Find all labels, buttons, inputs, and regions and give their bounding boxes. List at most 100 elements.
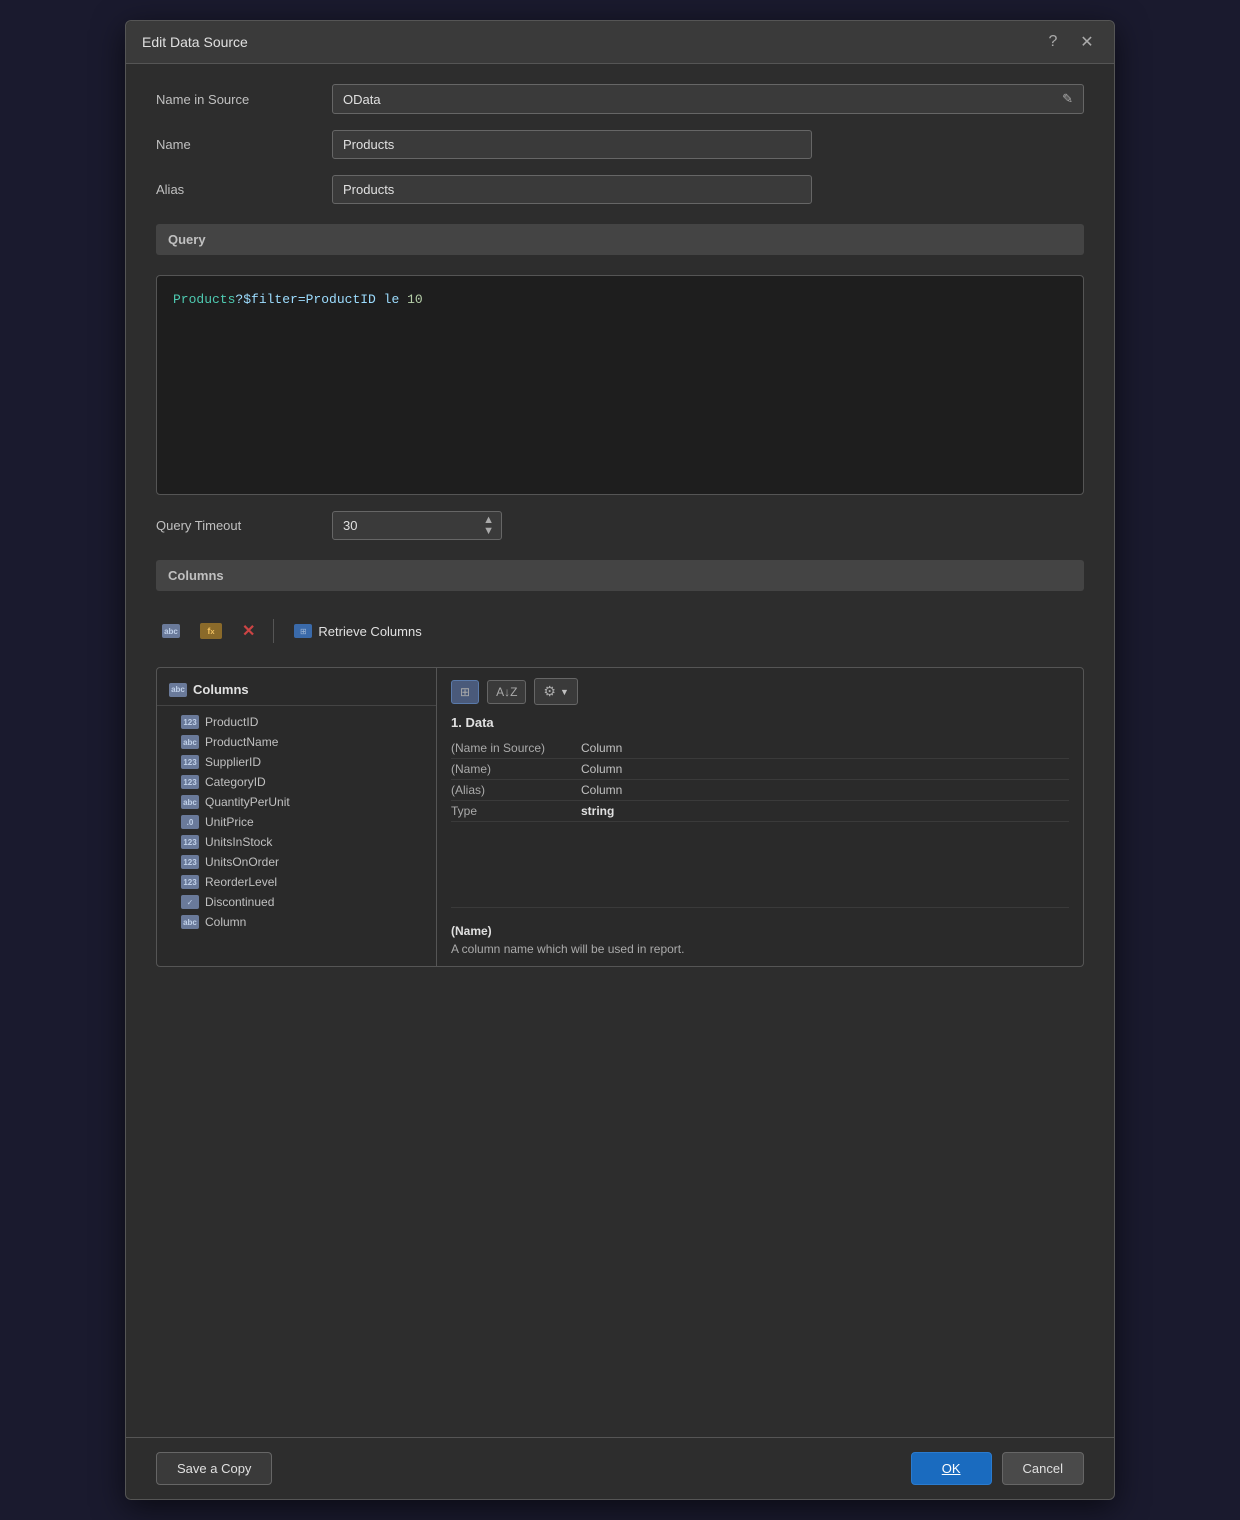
query-editor[interactable]: Products?$filter=ProductID le 10 [156, 275, 1084, 495]
footer-right-actions: OK Cancel [911, 1452, 1084, 1485]
alias-row: Alias [156, 175, 1084, 204]
detail-section-title: 1. Data [451, 715, 1069, 730]
name-in-source-input-wrap: OData ✎ [332, 84, 1084, 114]
name-row: Name [156, 130, 1084, 159]
dialog-footer: Save a Copy OK Cancel [126, 1437, 1114, 1499]
query-section-header: Query [156, 224, 1084, 255]
tree-root-header: abc Columns [157, 678, 436, 706]
column-name: ProductID [205, 715, 258, 729]
gear-icon: ⚙ [543, 683, 556, 700]
detail-row-value-type: string [581, 804, 614, 818]
column-type-icon: abc [181, 735, 199, 749]
column-name: Column [205, 915, 246, 929]
column-type-icon: .0 [181, 815, 199, 829]
tree-root-icon: abc [169, 683, 187, 697]
sort-az-icon: A↓Z [496, 685, 517, 699]
name-label: Name [156, 137, 316, 152]
column-name: ReorderLevel [205, 875, 277, 889]
detail-grid-view-button[interactable]: ⊞ [451, 680, 479, 704]
name-in-source-value: OData [343, 92, 1062, 107]
column-name: CategoryID [205, 775, 266, 789]
column-type-icon: 123 [181, 855, 199, 869]
column-name: UnitPrice [205, 815, 254, 829]
table-row: (Alias) Column [451, 780, 1069, 801]
save-copy-button[interactable]: Save a Copy [156, 1452, 272, 1485]
detail-toolbar: ⊞ A↓Z ⚙ ▼ [451, 678, 1069, 705]
list-item[interactable]: abc Column [157, 912, 436, 932]
column-type-icon: 123 [181, 835, 199, 849]
name-in-source-label: Name in Source [156, 92, 316, 107]
detail-sort-button[interactable]: A↓Z [487, 680, 526, 704]
timeout-select[interactable]: 30 60 120 300 [332, 511, 502, 540]
list-item[interactable]: 123 SupplierID [157, 752, 436, 772]
list-item[interactable]: .0 UnitPrice [157, 812, 436, 832]
column-type-icon: 123 [181, 875, 199, 889]
add-expression-column-button[interactable]: fx [194, 619, 228, 643]
column-type-icon: abc [181, 915, 199, 929]
grid-view-icon: ⊞ [460, 685, 470, 699]
columns-toolbar: abc fx ✕ ⊞ Retrieve Columns [156, 611, 1084, 651]
table-row: Type string [451, 801, 1069, 822]
column-type-icon: 123 [181, 755, 199, 769]
column-type-icon: abc [181, 795, 199, 809]
dialog-title: Edit Data Source [142, 34, 248, 50]
list-item[interactable]: 123 UnitsInStock [157, 832, 436, 852]
column-type-icon: 123 [181, 715, 199, 729]
detail-row-value: Column [581, 783, 622, 797]
detail-footer-label: (Name) [451, 924, 1069, 938]
column-type-icon: 123 [181, 775, 199, 789]
dialog-body: Name in Source OData ✎ Name Alias Query … [126, 64, 1114, 1437]
timeout-select-wrap: 30 60 120 300 ▲▼ [332, 511, 502, 540]
detail-row-value: Column [581, 741, 622, 755]
column-type-icon: ✓ [181, 895, 199, 909]
table-row: (Name) Column [451, 759, 1069, 780]
add-expression-icon: fx [200, 623, 222, 639]
edit-icon[interactable]: ✎ [1062, 91, 1073, 107]
detail-row-key: Type [451, 804, 581, 818]
column-name: Discontinued [205, 895, 274, 909]
column-name: QuantityPerUnit [205, 795, 290, 809]
detail-row-key: (Name) [451, 762, 581, 776]
retrieve-columns-button[interactable]: ⊞ Retrieve Columns [286, 620, 429, 643]
table-row: (Name in Source) Column [451, 738, 1069, 759]
close-button[interactable]: ✕ [1076, 31, 1098, 53]
list-item[interactable]: 123 CategoryID [157, 772, 436, 792]
help-button[interactable]: ? [1042, 31, 1064, 53]
detail-footer: (Name) A column name which will be used … [451, 907, 1069, 956]
code-number: 10 [407, 292, 423, 307]
list-item[interactable]: abc QuantityPerUnit [157, 792, 436, 812]
columns-tree: abc Columns 123 ProductID abc ProductNam… [157, 668, 437, 966]
title-bar: Edit Data Source ? ✕ [126, 21, 1114, 64]
alias-input[interactable] [332, 175, 812, 204]
column-name: UnitsInStock [205, 835, 272, 849]
gear-dropdown-arrow: ▼ [560, 687, 569, 697]
toolbar-divider [273, 619, 274, 643]
columns-panel: abc Columns 123 ProductID abc ProductNam… [156, 667, 1084, 967]
detail-row-key: (Alias) [451, 783, 581, 797]
list-item[interactable]: 123 ProductID [157, 712, 436, 732]
tree-root-label: Columns [193, 682, 249, 697]
name-in-source-row: Name in Source OData ✎ [156, 84, 1084, 114]
add-string-column-button[interactable]: abc [156, 620, 186, 642]
detail-row-key: (Name in Source) [451, 741, 581, 755]
detail-gear-button[interactable]: ⚙ ▼ [534, 678, 577, 705]
remove-column-button[interactable]: ✕ [236, 617, 261, 645]
add-string-icon: abc [162, 624, 180, 638]
list-item[interactable]: ✓ Discontinued [157, 892, 436, 912]
columns-detail: ⊞ A↓Z ⚙ ▼ 1. Data (Name in Source) Colum… [437, 668, 1083, 966]
list-item[interactable]: 123 UnitsOnOrder [157, 852, 436, 872]
column-name: UnitsOnOrder [205, 855, 279, 869]
name-input[interactable] [332, 130, 812, 159]
column-name: SupplierID [205, 755, 261, 769]
edit-data-source-dialog: Edit Data Source ? ✕ Name in Source ODat… [125, 20, 1115, 1500]
query-timeout-row: Query Timeout 30 60 120 300 ▲▼ [156, 511, 1084, 540]
code-operator: ?$filter=ProductID le [235, 292, 407, 307]
list-item[interactable]: abc ProductName [157, 732, 436, 752]
code-keyword: Products [173, 292, 235, 307]
cancel-button[interactable]: Cancel [1002, 1452, 1084, 1485]
detail-row-value: Column [581, 762, 622, 776]
column-detail-table: 1. Data (Name in Source) Column (Name) C… [451, 715, 1069, 822]
retrieve-columns-label: Retrieve Columns [318, 624, 421, 639]
list-item[interactable]: 123 ReorderLevel [157, 872, 436, 892]
ok-button[interactable]: OK [911, 1452, 992, 1485]
